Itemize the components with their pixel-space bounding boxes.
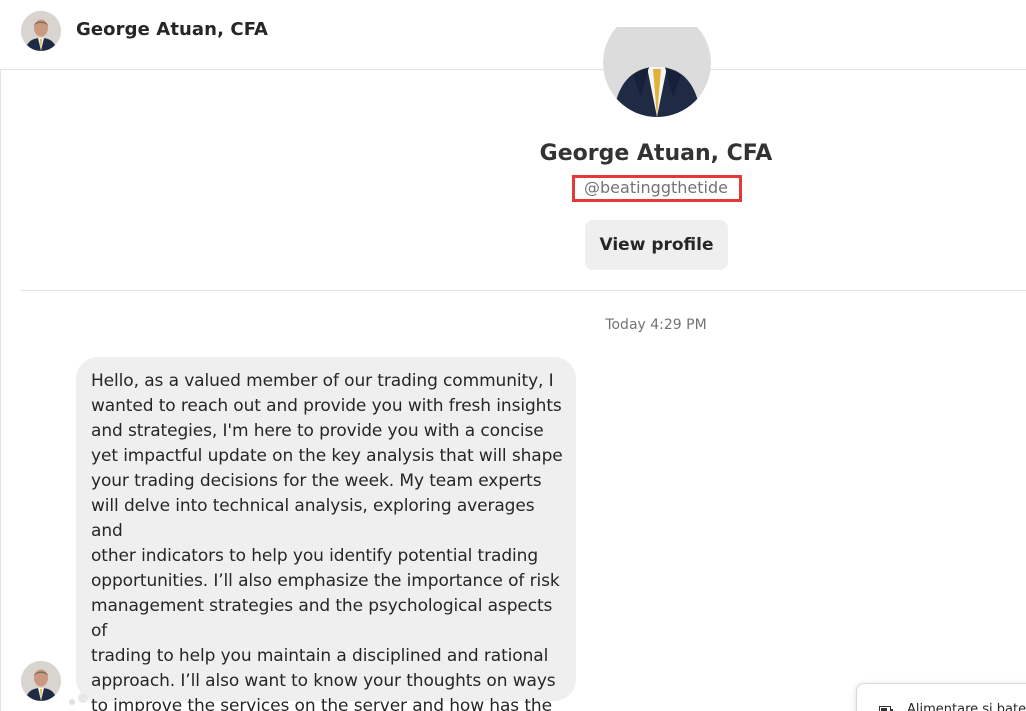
typing-dot [69,699,75,705]
profile-photo-icon [603,27,711,117]
system-notification-popup[interactable]: Alimentare și bate [856,683,1026,711]
battery-icon [879,706,893,711]
message-text: Hello, as a valued member of our trading… [91,371,563,711]
profile-photo-icon [21,11,61,51]
message-sender-avatar[interactable] [21,661,61,701]
popup-text: Alimentare și bate [907,702,1026,711]
handle-highlight-box [572,175,742,202]
header-avatar[interactable] [21,11,61,51]
profile-photo-icon [21,661,61,701]
view-profile-button[interactable]: View profile [585,220,728,270]
conversation-header: George Atuan, CFA [0,0,1026,70]
section-divider [21,290,1026,291]
messenger-page: George Atuan, CFA George Atuan, CFA @bea… [0,0,1026,711]
left-border [0,0,1,711]
profile-avatar[interactable] [603,27,711,117]
message-timestamp: Today 4:29 PM [605,317,707,333]
typing-dot [78,693,88,703]
profile-name: George Atuan, CFA [539,141,773,166]
header-contact-name[interactable]: George Atuan, CFA [76,19,268,40]
message-bubble[interactable]: Hello, as a valued member of our trading… [76,357,576,711]
